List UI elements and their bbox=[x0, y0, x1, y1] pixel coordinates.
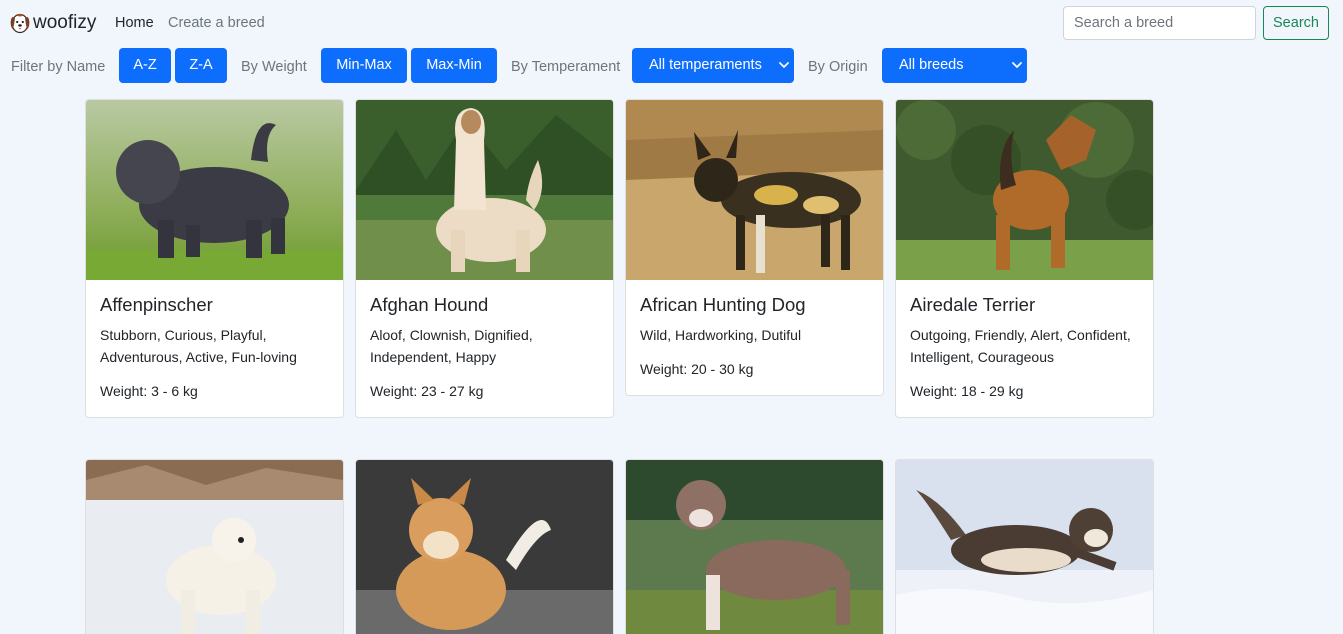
chevron-down-icon bbox=[1012, 62, 1022, 68]
breed-temperament: Stubborn, Curious, Playful, Adventurous,… bbox=[100, 327, 297, 365]
breed-name: Airedale Terrier bbox=[910, 294, 1036, 315]
brand-link[interactable]: woofizy bbox=[9, 11, 96, 35]
dog-face-icon bbox=[10, 13, 30, 34]
breed-card[interactable]: Affenpinscher Stubborn, Curious, Playful… bbox=[85, 99, 344, 418]
pit-bull-on-grass-photo bbox=[626, 460, 883, 634]
breed-name: African Hunting Dog bbox=[640, 294, 806, 315]
husky-running-in-snow-photo bbox=[896, 460, 1153, 634]
breed-card[interactable] bbox=[895, 459, 1154, 634]
navbar: woofizy Home Create a breed Search bbox=[0, 0, 1343, 46]
sort-weight-max-min-button[interactable]: Max-Min bbox=[411, 48, 497, 83]
breed-card[interactable]: Afghan Hound Aloof, Clownish, Dignified,… bbox=[355, 99, 614, 418]
breed-temperament: Wild, Hardworking, Dutiful bbox=[640, 327, 802, 343]
akita-on-pavement-photo bbox=[356, 460, 613, 634]
airedale-by-hedge-photo bbox=[896, 100, 1153, 280]
wild-dog-in-dry-grass-photo bbox=[626, 100, 883, 280]
temperament-select[interactable]: All temperaments bbox=[632, 48, 794, 83]
breed-card[interactable] bbox=[625, 459, 884, 634]
breed-card[interactable] bbox=[85, 459, 344, 634]
nav-home-link[interactable]: Home bbox=[115, 14, 154, 32]
breed-weight: Weight: 18 - 29 kg bbox=[910, 383, 1024, 399]
filter-by-name-label: Filter by Name bbox=[11, 59, 106, 75]
breed-temperament: Aloof, Clownish, Dignified, Independent,… bbox=[370, 327, 533, 365]
breed-weight: Weight: 3 - 6 kg bbox=[100, 383, 198, 399]
breed-card[interactable]: Airedale Terrier Outgoing, Friendly, Ale… bbox=[895, 99, 1154, 418]
sort-weight-min-max-button[interactable]: Min-Max bbox=[321, 48, 407, 83]
sort-az-button[interactable]: A-Z bbox=[119, 48, 171, 83]
white-dog-in-snow-photo bbox=[86, 460, 343, 634]
nav-create-breed-link[interactable]: Create a breed bbox=[168, 14, 265, 32]
filter-by-origin-label: By Origin bbox=[808, 59, 868, 75]
filter-by-temperament-label: By Temperament bbox=[511, 59, 621, 75]
breed-card[interactable] bbox=[355, 459, 614, 634]
filter-by-weight-label: By Weight bbox=[241, 59, 307, 75]
temperament-select-value: All temperaments bbox=[649, 57, 762, 73]
afghan-hound-in-field-photo bbox=[356, 100, 613, 280]
breed-weight: Weight: 23 - 27 kg bbox=[370, 383, 484, 399]
brand-name: woofizy bbox=[33, 12, 97, 33]
origin-select-value: All breeds bbox=[899, 57, 964, 73]
breed-card[interactable]: African Hunting Dog Wild, Hardworking, D… bbox=[625, 99, 884, 396]
sort-za-button[interactable]: Z-A bbox=[175, 48, 227, 83]
origin-select[interactable]: All breeds bbox=[882, 48, 1027, 83]
breed-name: Affenpinscher bbox=[100, 294, 213, 315]
breed-name: Afghan Hound bbox=[370, 294, 489, 315]
black-terrier-on-grass-photo bbox=[86, 100, 343, 280]
breed-temperament: Outgoing, Friendly, Alert, Confident, In… bbox=[910, 327, 1131, 365]
search-button[interactable]: Search bbox=[1263, 6, 1329, 40]
breed-weight: Weight: 20 - 30 kg bbox=[640, 361, 754, 377]
chevron-down-icon bbox=[779, 62, 789, 68]
search-input[interactable] bbox=[1063, 6, 1256, 40]
